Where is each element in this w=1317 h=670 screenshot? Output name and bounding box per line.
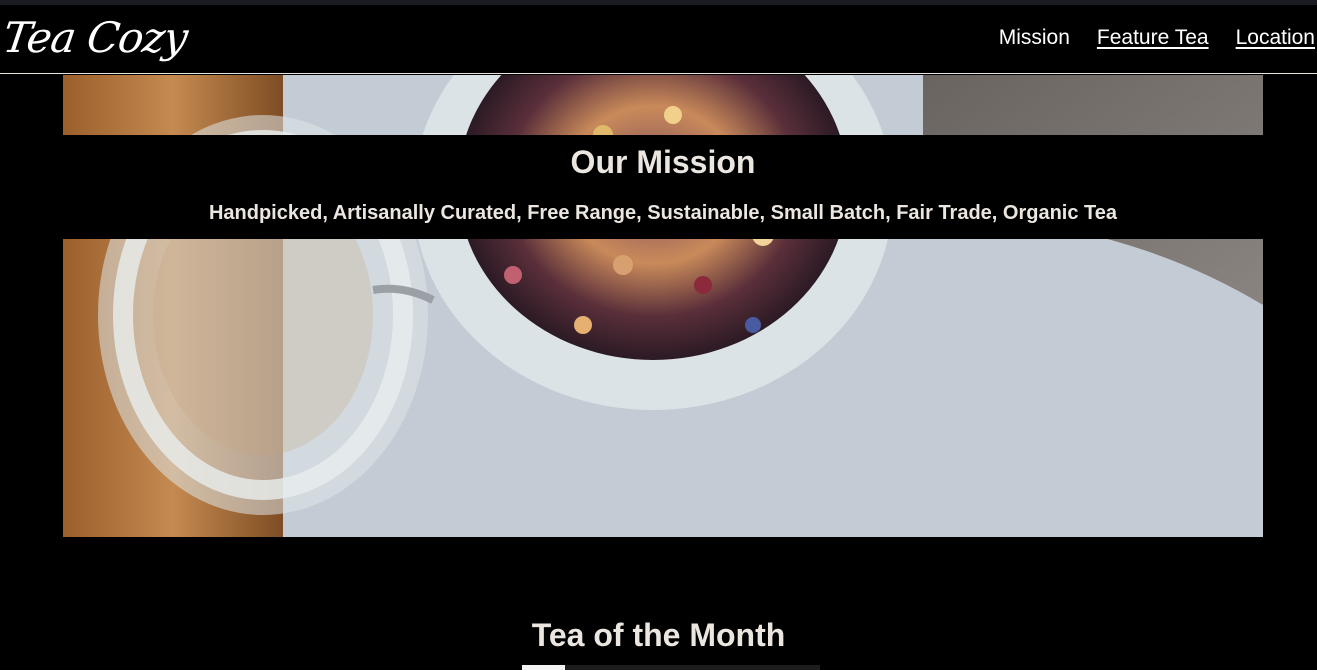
logo[interactable]: Tea Cozy [0, 13, 190, 62]
main-nav: Mission Feature Tea Location [999, 26, 1315, 50]
site-header: Tea Cozy Mission Feature Tea Location [0, 5, 1317, 74]
scroll-thumb[interactable] [522, 665, 565, 670]
mission-subtitle: Handpicked, Artisanally Curated, Free Ra… [208, 202, 1118, 224]
scroll-track[interactable] [522, 665, 820, 670]
nav-link-location[interactable]: Location [1236, 26, 1315, 50]
nav-link-feature-tea[interactable]: Feature Tea [1097, 26, 1209, 50]
mission-title: Our Mission [570, 144, 756, 180]
tea-of-the-month-heading: Tea of the Month [531, 617, 786, 653]
nav-link-mission[interactable]: Mission [999, 26, 1070, 50]
mission-hero-image: Our Mission Handpicked, Artisanally Cura… [63, 75, 1263, 537]
